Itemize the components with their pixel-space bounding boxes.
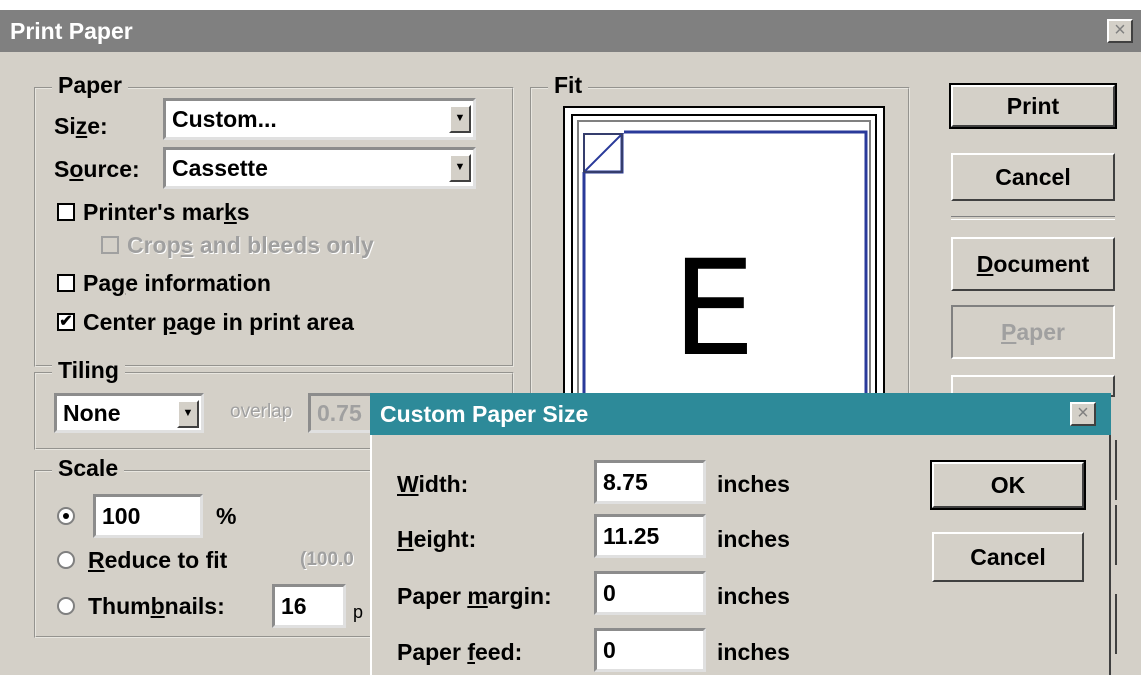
print-button[interactable]: Print: [949, 83, 1117, 129]
paper-button: Paper: [951, 305, 1115, 359]
custom-paper-size-titlebar[interactable]: Custom Paper Size ×: [370, 393, 1111, 435]
scale-legend: Scale: [52, 456, 125, 480]
printers-marks-checkbox[interactable]: [57, 203, 75, 221]
overlap-label: overlap: [230, 401, 293, 422]
page-information-checkbox[interactable]: [57, 274, 75, 292]
percent-input[interactable]: 100: [93, 494, 203, 538]
thumbnails-suffix: p: [353, 602, 364, 622]
paper-margin-input[interactable]: 0: [594, 571, 706, 615]
source-label: Source:: [54, 156, 140, 182]
preview-glyph: E: [672, 232, 756, 386]
thumbnails-input[interactable]: 16: [272, 584, 346, 628]
tiling-select[interactable]: None ▼: [54, 393, 204, 433]
overlap-input: 0.75: [308, 393, 378, 433]
chevron-down-icon[interactable]: ▼: [449, 105, 471, 133]
tiling-legend: Tiling: [52, 358, 125, 382]
ok-button[interactable]: OK: [930, 460, 1086, 510]
printers-marks-label[interactable]: Printer's marks: [83, 198, 250, 226]
reduce-to-fit-label[interactable]: Reduce to fit: [88, 546, 227, 574]
close-icon[interactable]: ×: [1107, 19, 1133, 43]
percent-sign: %: [216, 503, 237, 529]
page-information-label[interactable]: Page information: [83, 269, 271, 297]
chevron-down-icon[interactable]: ▼: [177, 400, 199, 428]
hidden-button-edge-2: [1111, 440, 1117, 500]
paper-margin-label: Paper margin:: [397, 583, 552, 609]
reduce-to-fit-radio[interactable]: [57, 551, 75, 569]
close-icon[interactable]: ×: [1070, 402, 1096, 426]
tiling-value: None: [63, 400, 121, 426]
thumbnails-radio[interactable]: [57, 597, 75, 615]
cancel-button[interactable]: Cancel: [951, 153, 1115, 201]
paper-feed-unit: inches: [717, 639, 790, 665]
paper-feed-label: Paper feed:: [397, 639, 523, 665]
custom-cancel-button[interactable]: Cancel: [932, 532, 1084, 582]
document-button[interactable]: Document: [951, 237, 1115, 291]
crops-checkbox: [101, 236, 119, 254]
thumbnails-label[interactable]: Thumbnails:: [88, 592, 225, 620]
paper-feed-input[interactable]: 0: [594, 628, 706, 672]
chevron-down-icon[interactable]: ▼: [449, 154, 471, 182]
width-unit: inches: [717, 471, 790, 497]
hidden-button-edge-4: [1111, 594, 1117, 654]
dialog-title: Print Paper: [10, 18, 133, 44]
reduce-value: (100.0: [300, 549, 354, 570]
button-divider: [951, 216, 1115, 220]
crops-label: Crops and bleeds only: [127, 232, 374, 258]
source-value: Cassette: [172, 155, 268, 181]
size-label: Size:: [54, 113, 108, 139]
height-label: Height:: [397, 526, 477, 552]
center-page-label[interactable]: Center page in print area: [83, 308, 354, 336]
center-page-checkbox[interactable]: ✔: [57, 313, 75, 331]
hidden-button-edge-3: [1111, 505, 1117, 565]
paper-legend: Paper: [52, 73, 128, 97]
size-value: Custom...: [172, 106, 277, 132]
paper-margin-unit: inches: [717, 583, 790, 609]
width-input[interactable]: 8.75: [594, 460, 706, 504]
source-select[interactable]: Cassette ▼: [163, 147, 476, 189]
fit-legend: Fit: [548, 73, 589, 97]
size-select[interactable]: Custom... ▼: [163, 98, 476, 140]
height-input[interactable]: 11.25: [594, 514, 706, 558]
print-paper-titlebar[interactable]: Print Paper ×: [0, 10, 1141, 52]
height-unit: inches: [717, 526, 790, 552]
width-label: Width:: [397, 471, 469, 497]
percent-radio[interactable]: [57, 507, 75, 525]
custom-dialog-title: Custom Paper Size: [380, 401, 589, 427]
